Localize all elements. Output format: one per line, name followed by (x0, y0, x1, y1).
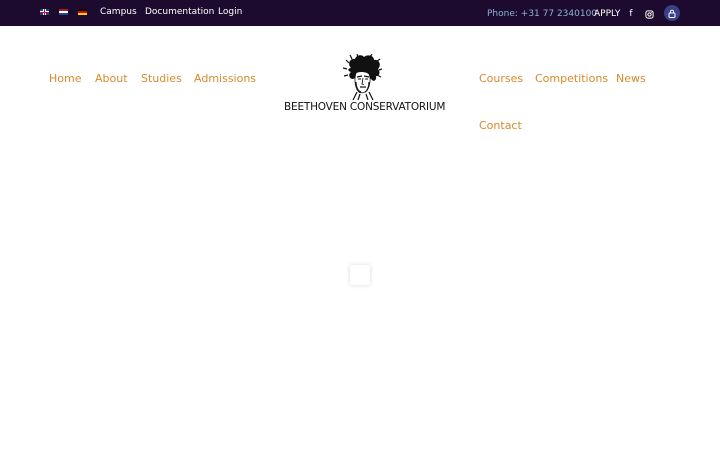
phone-number[interactable]: Phone: +31 77 2340100 (487, 8, 597, 20)
nav-courses[interactable]: Courses (479, 72, 523, 86)
apply-link[interactable]: APPLY (594, 8, 620, 20)
login-link[interactable]: Login (218, 6, 242, 18)
flag-de-icon[interactable] (78, 9, 87, 15)
nav-news[interactable]: News (616, 72, 646, 86)
nav-contact[interactable]: Contact (479, 119, 522, 133)
instagram-icon[interactable] (643, 8, 655, 20)
logo-text: BEETHOVEN CONSERVATORIUM (284, 101, 446, 113)
flag-nl-icon[interactable] (59, 9, 68, 15)
lock-icon (668, 9, 676, 18)
account-button[interactable] (664, 5, 680, 21)
nav-about[interactable]: About (95, 72, 128, 86)
documentation-link[interactable]: Documentation (145, 6, 214, 18)
nav-admissions[interactable]: Admissions (194, 72, 256, 86)
loading-spinner-icon (350, 265, 370, 285)
flag-uk-icon[interactable] (40, 9, 49, 15)
facebook-icon[interactable]: f (625, 8, 637, 20)
nav-competitions[interactable]: Competitions (535, 72, 608, 86)
campus-link[interactable]: Campus (100, 6, 137, 18)
nav-studies[interactable]: Studies (141, 72, 182, 86)
nav-home[interactable]: Home (49, 72, 81, 86)
top-bar: Campus Documentation Login Phone: +31 77… (0, 0, 720, 26)
beethoven-portrait-icon (343, 54, 383, 100)
